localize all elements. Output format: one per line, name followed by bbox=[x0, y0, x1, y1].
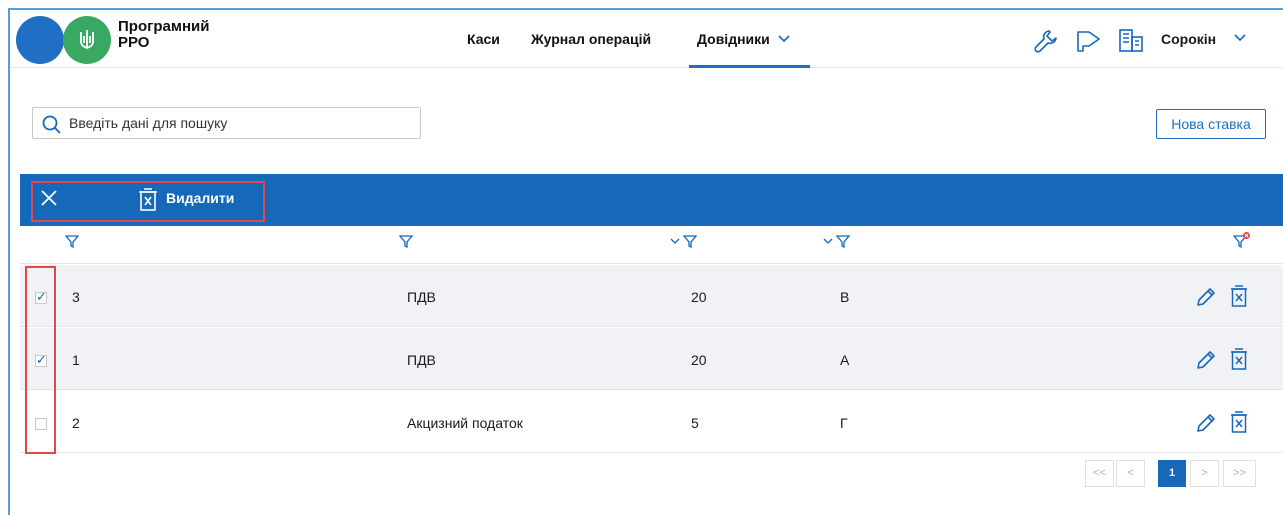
brand-title: Програмний РРО bbox=[118, 19, 209, 51]
row-name: ПДВ bbox=[407, 352, 436, 368]
page-last-button[interactable]: >> bbox=[1223, 460, 1256, 487]
page-first-button[interactable]: << bbox=[1085, 460, 1114, 487]
sort-chevron-down-icon[interactable] bbox=[669, 234, 681, 248]
row-rate: 5 bbox=[691, 415, 699, 431]
delete-icon[interactable] bbox=[1229, 346, 1249, 372]
clear-filter-icon[interactable] bbox=[1233, 231, 1251, 249]
nav-item-journal[interactable]: Журнал операцій bbox=[531, 31, 651, 47]
row-id: 3 bbox=[72, 289, 80, 305]
filter-icon[interactable] bbox=[836, 234, 850, 248]
megaphone-icon[interactable] bbox=[1075, 29, 1103, 53]
delete-icon[interactable] bbox=[1229, 283, 1249, 309]
nav-item-dovidnyky-label: Довідники bbox=[697, 31, 770, 47]
search-input[interactable] bbox=[69, 112, 409, 134]
row-rate: 20 bbox=[691, 289, 707, 305]
new-rate-button[interactable]: Нова ставка bbox=[1156, 109, 1266, 139]
user-chevron-down-icon[interactable] bbox=[1233, 33, 1247, 43]
row-id: 2 bbox=[72, 415, 80, 431]
highlight-box-checkboxes bbox=[25, 266, 56, 454]
search-box bbox=[32, 107, 421, 139]
edit-icon[interactable] bbox=[1195, 412, 1217, 434]
wrench-icon[interactable] bbox=[1033, 28, 1059, 54]
page-next-button[interactable]: > bbox=[1190, 460, 1219, 487]
brand-line-2: РРО bbox=[118, 34, 150, 51]
row-id: 1 bbox=[72, 352, 80, 368]
row-name: Акцизний податок bbox=[407, 415, 523, 431]
row-rate: 20 bbox=[691, 352, 707, 368]
user-name[interactable]: Сорокін bbox=[1161, 31, 1216, 47]
row-letter: В bbox=[840, 289, 850, 305]
search-icon bbox=[42, 115, 61, 134]
filter-row bbox=[20, 226, 1283, 264]
company-icon[interactable] bbox=[1118, 28, 1144, 54]
logo-circle bbox=[16, 16, 64, 64]
chevron-down-icon bbox=[778, 35, 790, 43]
page-current-button[interactable]: 1 bbox=[1158, 460, 1186, 487]
brand-line-1: Програмний bbox=[118, 18, 210, 35]
page-prev-button[interactable]: < bbox=[1116, 460, 1145, 487]
delete-icon[interactable] bbox=[1229, 409, 1249, 435]
edit-icon[interactable] bbox=[1195, 286, 1217, 308]
nav-active-indicator bbox=[689, 65, 810, 68]
row-name: ПДВ bbox=[407, 289, 436, 305]
row-letter: Г bbox=[840, 415, 848, 431]
table-row[interactable] bbox=[20, 391, 1283, 453]
table-row[interactable] bbox=[20, 265, 1283, 327]
row-letter: А bbox=[840, 352, 850, 368]
filter-icon[interactable] bbox=[683, 234, 697, 248]
edit-icon[interactable] bbox=[1195, 349, 1217, 371]
trident-logo-icon bbox=[63, 16, 111, 64]
nav-item-dovidnyky[interactable]: Довідники bbox=[697, 31, 791, 47]
nav-item-kasy[interactable]: Каси bbox=[467, 31, 500, 47]
filter-icon[interactable] bbox=[65, 234, 79, 248]
highlight-box-actions bbox=[31, 181, 265, 222]
filter-icon[interactable] bbox=[399, 234, 413, 248]
table-row[interactable] bbox=[20, 328, 1283, 390]
sort-chevron-down-icon[interactable] bbox=[822, 234, 834, 248]
